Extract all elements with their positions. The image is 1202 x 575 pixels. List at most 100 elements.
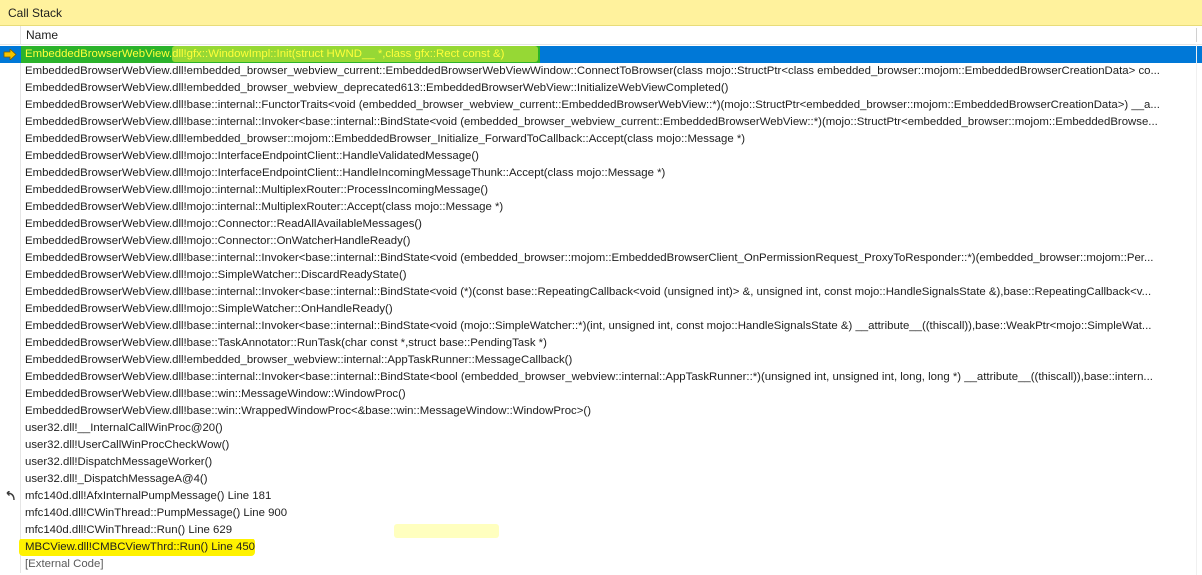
stack-frame-row[interactable]: EmbeddedBrowserWebView.dll!base::win::Wr… [0, 403, 1202, 420]
stack-frame-label: EmbeddedBrowserWebView.dll!mojo::SimpleW… [25, 269, 407, 281]
stack-frame-label: user32.dll!_DispatchMessageA@4() [25, 473, 208, 485]
row-gutter[interactable] [0, 233, 21, 250]
stack-frame-label: EmbeddedBrowserWebView.dll!embedded_brow… [25, 65, 1160, 77]
stack-frame-label: EmbeddedBrowserWebView.dll!mojo::interna… [25, 201, 504, 213]
stack-frame-label: EmbeddedBrowserWebView.dll!base::TaskAnn… [25, 337, 547, 349]
stack-frame-label: EmbeddedBrowserWebView.dll!mojo::interna… [25, 184, 489, 196]
stack-frame-row[interactable]: mfc140d.dll!AfxInternalPumpMessage() Lin… [0, 488, 1202, 505]
row-gutter[interactable] [0, 97, 21, 114]
row-gutter[interactable] [0, 369, 21, 386]
row-gutter[interactable] [0, 131, 21, 148]
stack-frame-row[interactable]: EmbeddedBrowserWebView.dll!mojo::Interfa… [0, 165, 1202, 182]
column-header: Name [0, 26, 1202, 45]
stack-frame-label: EmbeddedBrowserWebView.dll!mojo::Connect… [25, 235, 411, 247]
panel-title: Call Stack [8, 6, 63, 20]
stack-frame-row[interactable]: user32.dll!UserCallWinProcCheckWow() [0, 437, 1202, 454]
stack-frame-label: EmbeddedBrowserWebView.dll!embedded_brow… [25, 354, 573, 366]
stack-frame-row[interactable]: EmbeddedBrowserWebView.dll!base::TaskAnn… [0, 335, 1202, 352]
stack-frame-label: EmbeddedBrowserWebView.dll!base::interna… [25, 371, 1153, 383]
row-gutter[interactable] [0, 80, 21, 97]
row-gutter[interactable] [0, 199, 21, 216]
column-separator[interactable] [1196, 28, 1197, 42]
stack-frame-label: EmbeddedBrowserWebView.dll!mojo::Interfa… [25, 167, 666, 179]
stack-frame-row[interactable]: EmbeddedBrowserWebView.dll!embedded_brow… [0, 352, 1202, 369]
stack-frame-label: EmbeddedBrowserWebView.dll!base::interna… [25, 252, 1154, 264]
call-stack-list: EmbeddedBrowserWebView.dll!gfx::WindowIm… [0, 46, 1202, 573]
call-stack-titlebar: Call Stack [0, 0, 1202, 26]
stack-frame-label: user32.dll!UserCallWinProcCheckWow() [25, 439, 230, 451]
stack-frame-label: user32.dll!DispatchMessageWorker() [25, 456, 213, 468]
stack-frame-label: EmbeddedBrowserWebView.dll!base::interna… [25, 99, 1160, 111]
stack-frame-row[interactable]: EmbeddedBrowserWebView.dll!base::win::Me… [0, 386, 1202, 403]
stack-frame-row[interactable]: EmbeddedBrowserWebView.dll!mojo::Connect… [0, 216, 1202, 233]
row-gutter[interactable] [0, 556, 21, 573]
stack-frame-row[interactable]: EmbeddedBrowserWebView.dll!mojo::interna… [0, 199, 1202, 216]
row-gutter[interactable] [0, 165, 21, 182]
stack-frame-row[interactable]: EmbeddedBrowserWebView.dll!base::interna… [0, 369, 1202, 386]
row-gutter[interactable] [0, 386, 21, 403]
row-gutter[interactable] [0, 505, 21, 522]
row-gutter[interactable] [0, 420, 21, 437]
stack-frame-row[interactable]: mfc140d.dll!CWinThread::Run() Line 629 [0, 522, 1202, 539]
stack-frame-row[interactable]: EmbeddedBrowserWebView.dll!mojo::Interfa… [0, 148, 1202, 165]
row-gutter[interactable] [0, 267, 21, 284]
row-gutter[interactable] [0, 284, 21, 301]
stack-frame-row[interactable]: EmbeddedBrowserWebView.dll!base::interna… [0, 114, 1202, 131]
stack-frame-label: EmbeddedBrowserWebView.dll!embedded_brow… [25, 133, 746, 145]
stack-frame-row[interactable]: EmbeddedBrowserWebView.dll!mojo::SimpleW… [0, 267, 1202, 284]
row-gutter[interactable] [0, 352, 21, 369]
stack-frame-label: mfc140d.dll!CWinThread::PumpMessage() Li… [25, 507, 288, 519]
stack-frame-label: EmbeddedBrowserWebView.dll!base::interna… [25, 320, 1152, 332]
stack-frame-row[interactable]: user32.dll!DispatchMessageWorker() [0, 454, 1202, 471]
stack-frame-row[interactable]: EmbeddedBrowserWebView.dll!embedded_brow… [0, 63, 1202, 80]
stack-frame-label: EmbeddedBrowserWebView.dll!mojo::SimpleW… [25, 303, 393, 315]
stack-frame-row[interactable]: EmbeddedBrowserWebView.dll!mojo::interna… [0, 182, 1202, 199]
row-gutter[interactable] [0, 522, 21, 539]
stack-frame-label: EmbeddedBrowserWebView.dll!base::win::Me… [25, 388, 406, 400]
row-gutter[interactable] [0, 403, 21, 420]
grid-line [1196, 44, 1197, 575]
row-gutter[interactable] [0, 454, 21, 471]
column-header-name[interactable]: Name [26, 28, 58, 42]
stack-frame-row[interactable]: user32.dll!_DispatchMessageA@4() [0, 471, 1202, 488]
stack-frame-row[interactable]: user32.dll!__InternalCallWinProc@20() [0, 420, 1202, 437]
stack-frame-label: mfc140d.dll!AfxInternalPumpMessage() Lin… [25, 490, 272, 502]
stack-frame-label: [External Code] [25, 558, 104, 570]
stack-frame-row[interactable]: EmbeddedBrowserWebView.dll!base::interna… [0, 318, 1202, 335]
stack-frame-row[interactable]: EmbeddedBrowserWebView.dll!mojo::SimpleW… [0, 301, 1202, 318]
stack-frame-row[interactable]: EmbeddedBrowserWebView.dll!mojo::Connect… [0, 233, 1202, 250]
stack-frame-label: EmbeddedBrowserWebView.dll!base::win::Wr… [25, 405, 591, 417]
row-gutter[interactable] [0, 539, 21, 556]
stack-frame-row[interactable]: EmbeddedBrowserWebView.dll!base::interna… [0, 284, 1202, 301]
stack-frame-row[interactable]: EmbeddedBrowserWebView.dll!base::interna… [0, 97, 1202, 114]
stack-frame-row[interactable]: mfc140d.dll!CWinThread::PumpMessage() Li… [0, 505, 1202, 522]
row-gutter[interactable] [0, 301, 21, 318]
stack-frame-label: EmbeddedBrowserWebView.dll!base::interna… [25, 286, 1152, 298]
stack-frame-label: user32.dll!__InternalCallWinProc@20() [25, 422, 223, 434]
stack-frame-row[interactable]: EmbeddedBrowserWebView.dll!base::interna… [0, 250, 1202, 267]
stack-frame-row[interactable]: MBCView.dll!CMBCViewThrd::Run() Line 450 [0, 539, 1202, 556]
row-gutter[interactable] [0, 250, 21, 267]
row-gutter[interactable] [0, 437, 21, 454]
stack-frame-label: EmbeddedBrowserWebView.dll!base::interna… [25, 116, 1158, 128]
row-gutter[interactable] [0, 318, 21, 335]
stack-frame-label: EmbeddedBrowserWebView.dll!gfx::WindowIm… [25, 48, 505, 60]
stack-frame-row[interactable]: EmbeddedBrowserWebView.dll!embedded_brow… [0, 131, 1202, 148]
stack-frame-label: EmbeddedBrowserWebView.dll!embedded_brow… [25, 82, 729, 94]
header-gutter [0, 26, 21, 44]
row-gutter[interactable] [0, 114, 21, 131]
return-arrow-icon [6, 491, 15, 501]
stack-frame-label: MBCView.dll!CMBCViewThrd::Run() Line 450 [25, 541, 256, 553]
row-gutter[interactable] [0, 148, 21, 165]
stack-frame-row[interactable]: EmbeddedBrowserWebView.dll!embedded_brow… [0, 80, 1202, 97]
row-gutter[interactable] [0, 216, 21, 233]
row-gutter[interactable] [0, 182, 21, 199]
current-frame-arrow-icon [3, 49, 17, 60]
stack-frame-label: mfc140d.dll!CWinThread::Run() Line 629 [25, 524, 233, 536]
stack-frame-row[interactable]: EmbeddedBrowserWebView.dll!gfx::WindowIm… [0, 46, 1202, 63]
row-gutter[interactable] [0, 335, 21, 352]
stack-frame-row[interactable]: [External Code] [0, 556, 1202, 573]
stack-frame-label: EmbeddedBrowserWebView.dll!mojo::Connect… [25, 218, 422, 230]
row-gutter[interactable] [0, 63, 21, 80]
row-gutter[interactable] [0, 471, 21, 488]
